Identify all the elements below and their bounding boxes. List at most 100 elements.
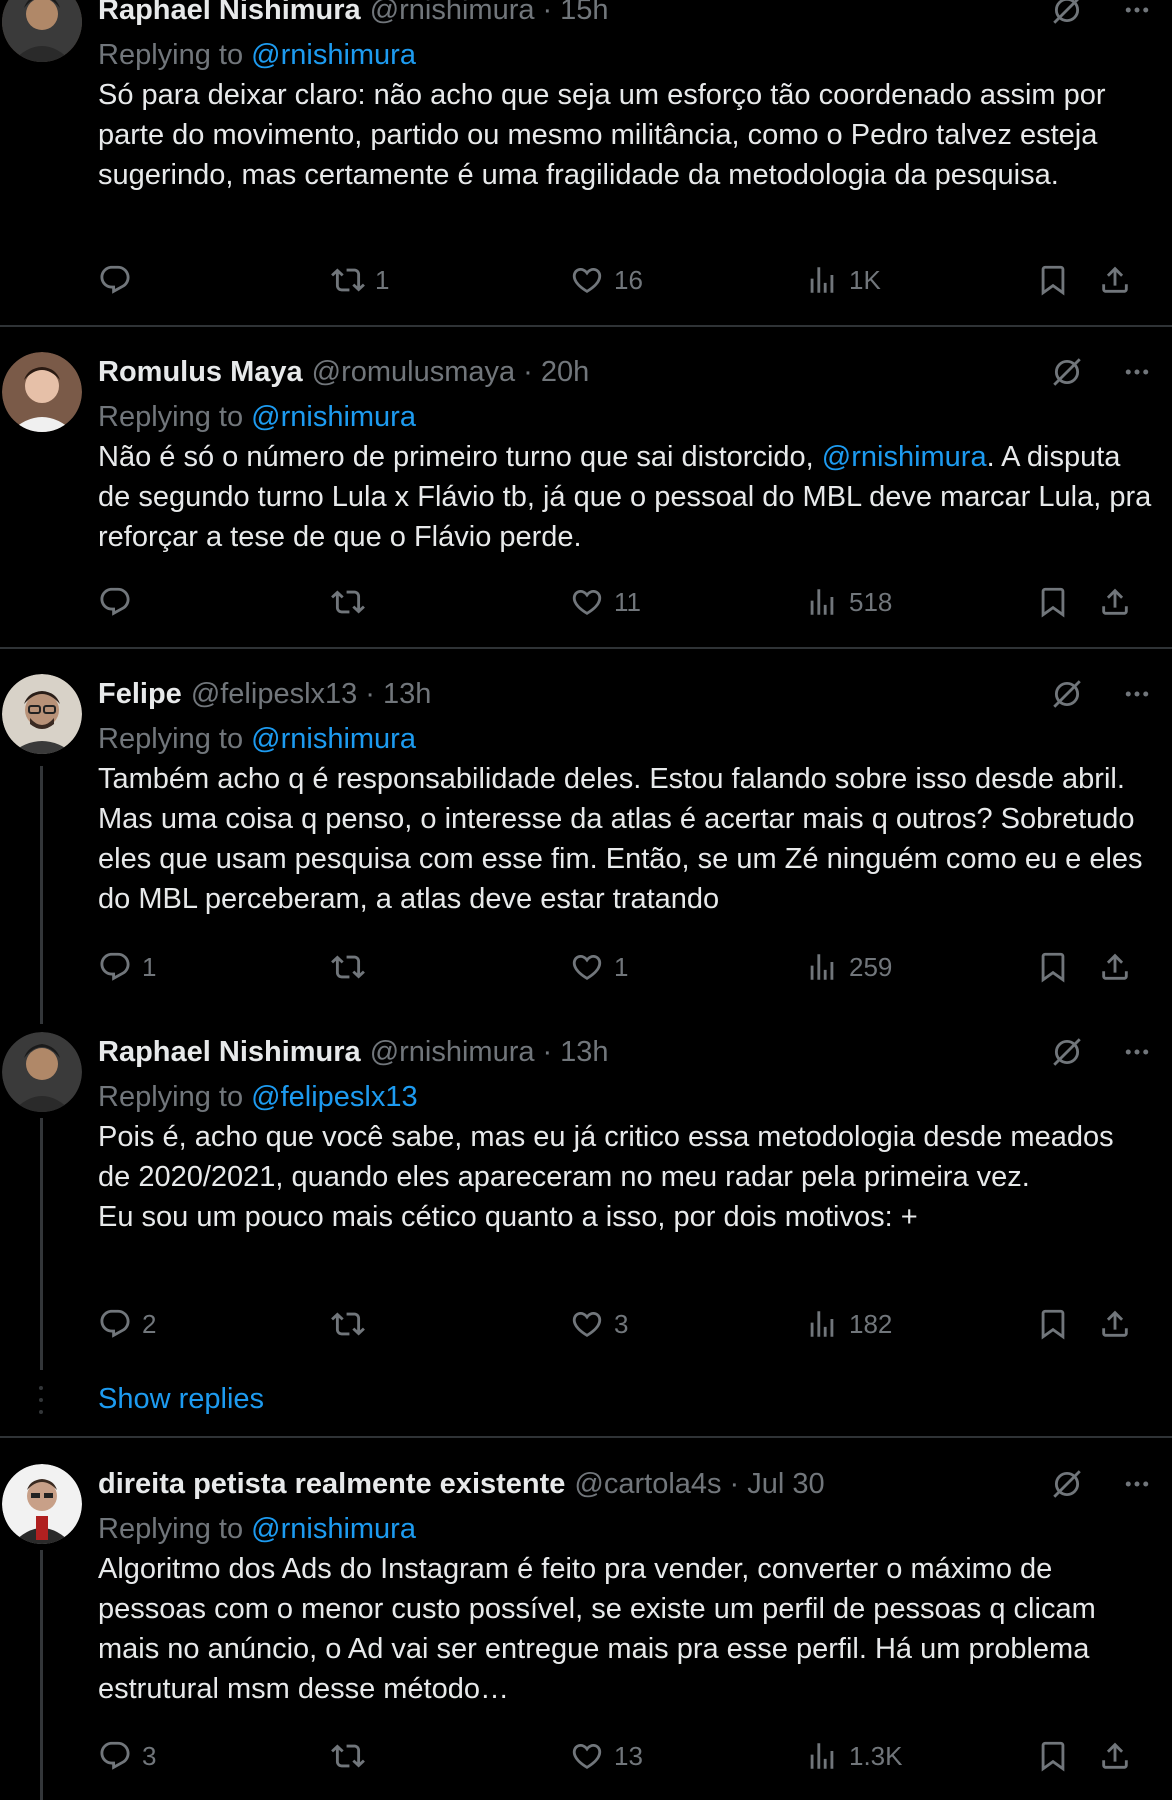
repost-button[interactable] [331, 1739, 375, 1773]
inline-mention[interactable]: @rnishimura [822, 441, 987, 473]
bookmark-button[interactable] [1036, 950, 1070, 984]
grok-icon[interactable] [1050, 0, 1084, 27]
like-button[interactable]: 3 [570, 1307, 628, 1341]
like-button[interactable]: 1 [570, 950, 628, 984]
share-button[interactable] [1098, 1307, 1132, 1341]
grok-icon[interactable] [1050, 1035, 1084, 1069]
reply-count: 1 [142, 951, 157, 982]
timestamp[interactable]: Jul 30 [747, 1468, 824, 1501]
replying-label: Replying to [98, 1513, 244, 1545]
grok-icon[interactable] [1050, 355, 1084, 389]
more-icon[interactable] [1122, 357, 1152, 387]
replying-mention[interactable]: @rnishimura [251, 401, 416, 433]
reply-button[interactable]: 3 [98, 1739, 156, 1773]
views-button[interactable]: 259 [805, 950, 892, 984]
tweet-text: Também acho q é responsabilidade deles. … [98, 763, 1143, 915]
repost-button[interactable] [331, 950, 375, 984]
replying-to: Replying to @rnishimura [98, 1509, 1152, 1549]
avatar[interactable] [2, 0, 82, 62]
tweet-actions: 3 13 1.3K [98, 1736, 1158, 1776]
views-icon [805, 585, 839, 619]
handle[interactable]: @rnishimura [370, 1036, 535, 1069]
repost-button[interactable] [331, 585, 375, 619]
separator: · [523, 355, 533, 388]
share-button[interactable] [1098, 1739, 1132, 1773]
bookmark-button[interactable] [1036, 585, 1070, 619]
display-name[interactable]: Raphael Nishimura [98, 0, 361, 27]
display-name[interactable]: Romulus Maya [98, 356, 303, 389]
share-button[interactable] [1098, 263, 1132, 297]
reply-button[interactable]: 1 [98, 950, 156, 984]
views-button[interactable]: 182 [805, 1307, 892, 1341]
timestamp[interactable]: 13h [383, 678, 431, 711]
timestamp[interactable]: 15h [560, 0, 608, 27]
more-icon[interactable] [1122, 1469, 1152, 1499]
avatar[interactable] [2, 674, 82, 754]
like-button[interactable]: 13 [570, 1739, 643, 1773]
tweet-header: Raphael Nishimura @rnishimura · 13h [98, 1032, 1152, 1072]
replying-mention[interactable]: @felipeslx13 [251, 1081, 417, 1113]
handle[interactable]: @felipeslx13 [191, 678, 357, 711]
share-button[interactable] [1098, 585, 1132, 619]
timestamp[interactable]: 13h [560, 1036, 608, 1069]
views-button[interactable]: 1.3K [805, 1739, 903, 1773]
more-icon[interactable] [1122, 1037, 1152, 1067]
share-button[interactable] [1098, 950, 1132, 984]
grok-icon[interactable] [1050, 677, 1084, 711]
more-icon[interactable] [1122, 679, 1152, 709]
bookmark-icon [1036, 950, 1070, 984]
divider [0, 325, 1172, 327]
show-replies-link[interactable]: Show replies [98, 1383, 264, 1416]
like-count: 16 [614, 264, 643, 295]
display-name[interactable]: Felipe [98, 678, 182, 711]
reply-button[interactable] [98, 585, 142, 619]
bookmark-icon [1036, 263, 1070, 297]
views-button[interactable]: 518 [805, 585, 892, 619]
reply-button[interactable] [98, 263, 142, 297]
tweet-text-part: Não é só o número de primeiro turno que … [98, 441, 822, 473]
tweet-actions: 1 16 1K [98, 260, 1158, 300]
handle[interactable]: @cartola4s [574, 1468, 721, 1501]
views-icon [805, 263, 839, 297]
replying-mention[interactable]: @rnishimura [251, 723, 416, 755]
handle[interactable]: @romulusmaya [312, 356, 516, 389]
display-name[interactable]: direita petista realmente existente [98, 1468, 565, 1501]
share-icon [1098, 1739, 1132, 1773]
avatar[interactable] [2, 352, 82, 432]
tweet-actions: 2 3 182 [98, 1304, 1158, 1344]
avatar[interactable] [2, 1032, 82, 1112]
replying-to: Replying to @rnishimura [98, 719, 1152, 759]
reply-button[interactable]: 2 [98, 1307, 156, 1341]
share-icon [1098, 263, 1132, 297]
reply-icon [98, 585, 132, 619]
timestamp[interactable]: 20h [541, 356, 589, 389]
bookmark-button[interactable] [1036, 1307, 1070, 1341]
reply-count: 3 [142, 1740, 157, 1771]
tweet-text: Não é só o número de primeiro turno que … [98, 437, 1152, 557]
display-name[interactable]: Raphael Nishimura [98, 1036, 361, 1069]
replying-mention[interactable]: @rnishimura [251, 39, 416, 71]
views-icon [805, 1739, 839, 1773]
bookmark-button[interactable] [1036, 263, 1070, 297]
repost-button[interactable] [331, 1307, 375, 1341]
more-icon[interactable] [1122, 0, 1152, 25]
like-button[interactable]: 16 [570, 263, 643, 297]
bookmark-button[interactable] [1036, 1739, 1070, 1773]
repost-icon [331, 1739, 365, 1773]
replying-label: Replying to [98, 1081, 244, 1113]
tweet-header: Raphael Nishimura @rnishimura · 15h [98, 0, 1152, 30]
replying-to: Replying to @rnishimura [98, 397, 1152, 437]
views-button[interactable]: 1K [805, 263, 881, 297]
like-count: 3 [614, 1308, 629, 1339]
like-button[interactable]: 11 [570, 585, 641, 619]
replying-mention[interactable]: @rnishimura [251, 1513, 416, 1545]
avatar[interactable] [2, 1464, 82, 1544]
handle[interactable]: @rnishimura [370, 0, 535, 27]
bookmark-icon [1036, 1307, 1070, 1341]
repost-button[interactable]: 1 [331, 263, 389, 297]
repost-icon [331, 585, 365, 619]
repost-icon [331, 950, 365, 984]
separator: · [729, 1467, 740, 1500]
grok-icon[interactable] [1050, 1467, 1084, 1501]
tweet-actions: 1 1 259 [98, 947, 1158, 987]
